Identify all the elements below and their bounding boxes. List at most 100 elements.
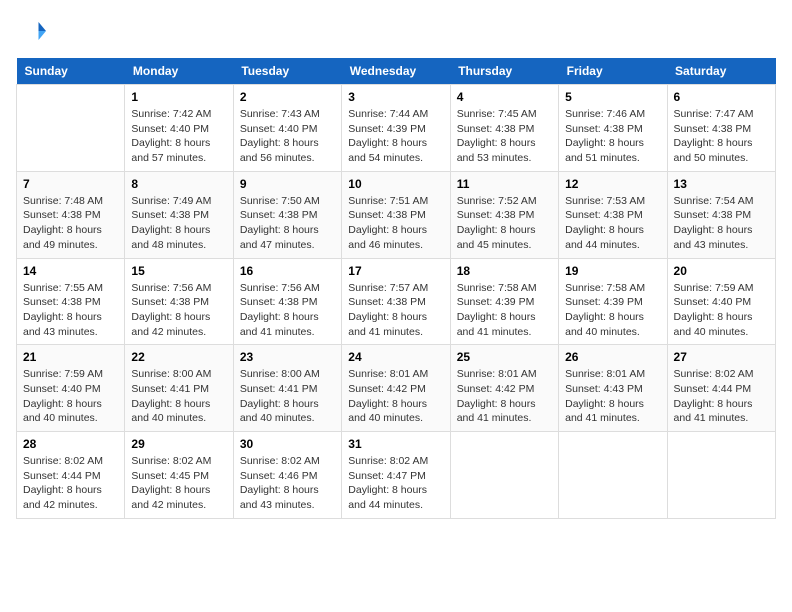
day-number: 21 <box>23 350 118 364</box>
calendar-cell: 20 Sunrise: 7:59 AM Sunset: 4:40 PM Dayli… <box>667 258 775 345</box>
day-info: Sunrise: 8:01 AM Sunset: 4:43 PM Dayligh… <box>565 367 660 426</box>
calendar-cell: 24 Sunrise: 8:01 AM Sunset: 4:42 PM Dayli… <box>342 345 450 432</box>
calendar-header-row: SundayMondayTuesdayWednesdayThursdayFrid… <box>17 58 776 85</box>
day-number: 6 <box>674 90 769 104</box>
calendar-cell: 25 Sunrise: 8:01 AM Sunset: 4:42 PM Dayli… <box>450 345 558 432</box>
day-number: 9 <box>240 177 335 191</box>
day-number: 20 <box>674 264 769 278</box>
calendar-cell: 10 Sunrise: 7:51 AM Sunset: 4:38 PM Dayli… <box>342 171 450 258</box>
day-number: 10 <box>348 177 443 191</box>
day-number: 18 <box>457 264 552 278</box>
column-header-saturday: Saturday <box>667 58 775 85</box>
calendar-cell: 31 Sunrise: 8:02 AM Sunset: 4:47 PM Dayli… <box>342 432 450 519</box>
calendar-cell: 23 Sunrise: 8:00 AM Sunset: 4:41 PM Dayli… <box>233 345 341 432</box>
calendar-cell: 12Sunrise: 7:53 AM Sunset: 4:38 PM Dayli… <box>559 171 667 258</box>
logo-icon <box>16 16 46 46</box>
calendar-cell: 28 Sunrise: 8:02 AM Sunset: 4:44 PM Dayli… <box>17 432 125 519</box>
column-header-monday: Monday <box>125 58 233 85</box>
calendar-cell <box>667 432 775 519</box>
day-info: Sunrise: 8:02 AM Sunset: 4:45 PM Dayligh… <box>131 454 226 513</box>
calendar-cell: 1 Sunrise: 7:42 AM Sunset: 4:40 PM Daylig… <box>125 85 233 172</box>
day-info: Sunrise: 7:49 AM Sunset: 4:38 PM Dayligh… <box>131 194 226 253</box>
calendar-cell: 29 Sunrise: 8:02 AM Sunset: 4:45 PM Dayli… <box>125 432 233 519</box>
day-info: Sunrise: 7:53 AM Sunset: 4:38 PM Dayligh… <box>565 194 660 253</box>
day-number: 8 <box>131 177 226 191</box>
calendar-week-2: 7 Sunrise: 7:48 AM Sunset: 4:38 PM Daylig… <box>17 171 776 258</box>
calendar-cell: 21 Sunrise: 7:59 AM Sunset: 4:40 PM Dayli… <box>17 345 125 432</box>
calendar-week-4: 21 Sunrise: 7:59 AM Sunset: 4:40 PM Dayli… <box>17 345 776 432</box>
calendar-cell <box>450 432 558 519</box>
calendar-cell: 26 Sunrise: 8:01 AM Sunset: 4:43 PM Dayli… <box>559 345 667 432</box>
calendar-cell: 5 Sunrise: 7:46 AM Sunset: 4:38 PM Daylig… <box>559 85 667 172</box>
day-number: 29 <box>131 437 226 451</box>
logo <box>16 16 50 46</box>
calendar-cell: 4 Sunrise: 7:45 AM Sunset: 4:38 PM Daylig… <box>450 85 558 172</box>
calendar-cell: 22 Sunrise: 8:00 AM Sunset: 4:41 PM Dayli… <box>125 345 233 432</box>
day-info: Sunrise: 7:46 AM Sunset: 4:38 PM Dayligh… <box>565 107 660 166</box>
day-number: 25 <box>457 350 552 364</box>
day-number: 1 <box>131 90 226 104</box>
calendar-cell: 13 Sunrise: 7:54 AM Sunset: 4:38 PM Dayli… <box>667 171 775 258</box>
calendar-cell: 6 Sunrise: 7:47 AM Sunset: 4:38 PM Daylig… <box>667 85 775 172</box>
column-header-sunday: Sunday <box>17 58 125 85</box>
day-info: Sunrise: 7:58 AM Sunset: 4:39 PM Dayligh… <box>457 281 552 340</box>
day-number: 5 <box>565 90 660 104</box>
calendar-cell: 14 Sunrise: 7:55 AM Sunset: 4:38 PM Dayli… <box>17 258 125 345</box>
day-number: 17 <box>348 264 443 278</box>
day-info: Sunrise: 7:55 AM Sunset: 4:38 PM Dayligh… <box>23 281 118 340</box>
day-number: 3 <box>348 90 443 104</box>
day-info: Sunrise: 8:01 AM Sunset: 4:42 PM Dayligh… <box>348 367 443 426</box>
calendar-cell: 7 Sunrise: 7:48 AM Sunset: 4:38 PM Daylig… <box>17 171 125 258</box>
calendar-cell: 3 Sunrise: 7:44 AM Sunset: 4:39 PM Daylig… <box>342 85 450 172</box>
day-number: 28 <box>23 437 118 451</box>
calendar-cell: 9 Sunrise: 7:50 AM Sunset: 4:38 PM Daylig… <box>233 171 341 258</box>
calendar: SundayMondayTuesdayWednesdayThursdayFrid… <box>16 58 776 519</box>
day-info: Sunrise: 7:54 AM Sunset: 4:38 PM Dayligh… <box>674 194 769 253</box>
day-number: 11 <box>457 177 552 191</box>
calendar-cell <box>17 85 125 172</box>
day-info: Sunrise: 7:59 AM Sunset: 4:40 PM Dayligh… <box>674 281 769 340</box>
day-number: 15 <box>131 264 226 278</box>
day-number: 26 <box>565 350 660 364</box>
calendar-week-3: 14 Sunrise: 7:55 AM Sunset: 4:38 PM Dayli… <box>17 258 776 345</box>
day-number: 31 <box>348 437 443 451</box>
column-header-thursday: Thursday <box>450 58 558 85</box>
day-info: Sunrise: 7:50 AM Sunset: 4:38 PM Dayligh… <box>240 194 335 253</box>
day-number: 23 <box>240 350 335 364</box>
day-info: Sunrise: 8:00 AM Sunset: 4:41 PM Dayligh… <box>131 367 226 426</box>
day-info: Sunrise: 7:57 AM Sunset: 4:38 PM Dayligh… <box>348 281 443 340</box>
day-info: Sunrise: 7:44 AM Sunset: 4:39 PM Dayligh… <box>348 107 443 166</box>
day-number: 24 <box>348 350 443 364</box>
day-info: Sunrise: 7:47 AM Sunset: 4:38 PM Dayligh… <box>674 107 769 166</box>
calendar-cell: 30Sunrise: 8:02 AM Sunset: 4:46 PM Dayli… <box>233 432 341 519</box>
day-info: Sunrise: 7:52 AM Sunset: 4:38 PM Dayligh… <box>457 194 552 253</box>
day-number: 16 <box>240 264 335 278</box>
day-info: Sunrise: 7:59 AM Sunset: 4:40 PM Dayligh… <box>23 367 118 426</box>
day-info: Sunrise: 7:56 AM Sunset: 4:38 PM Dayligh… <box>240 281 335 340</box>
calendar-cell: 16 Sunrise: 7:56 AM Sunset: 4:38 PM Dayli… <box>233 258 341 345</box>
day-info: Sunrise: 7:58 AM Sunset: 4:39 PM Dayligh… <box>565 281 660 340</box>
calendar-cell: 15Sunrise: 7:56 AM Sunset: 4:38 PM Dayli… <box>125 258 233 345</box>
day-info: Sunrise: 7:45 AM Sunset: 4:38 PM Dayligh… <box>457 107 552 166</box>
day-number: 4 <box>457 90 552 104</box>
day-number: 7 <box>23 177 118 191</box>
day-number: 14 <box>23 264 118 278</box>
day-info: Sunrise: 7:42 AM Sunset: 4:40 PM Dayligh… <box>131 107 226 166</box>
calendar-cell: 17 Sunrise: 7:57 AM Sunset: 4:38 PM Dayli… <box>342 258 450 345</box>
calendar-cell: 11 Sunrise: 7:52 AM Sunset: 4:38 PM Dayli… <box>450 171 558 258</box>
calendar-week-5: 28 Sunrise: 8:02 AM Sunset: 4:44 PM Dayli… <box>17 432 776 519</box>
day-info: Sunrise: 7:48 AM Sunset: 4:38 PM Dayligh… <box>23 194 118 253</box>
calendar-cell: 2Sunrise: 7:43 AM Sunset: 4:40 PM Daylig… <box>233 85 341 172</box>
column-header-tuesday: Tuesday <box>233 58 341 85</box>
day-info: Sunrise: 8:02 AM Sunset: 4:44 PM Dayligh… <box>23 454 118 513</box>
day-info: Sunrise: 8:02 AM Sunset: 4:47 PM Dayligh… <box>348 454 443 513</box>
page-header <box>16 16 776 46</box>
calendar-week-1: 1 Sunrise: 7:42 AM Sunset: 4:40 PM Daylig… <box>17 85 776 172</box>
day-info: Sunrise: 8:00 AM Sunset: 4:41 PM Dayligh… <box>240 367 335 426</box>
day-number: 13 <box>674 177 769 191</box>
day-number: 22 <box>131 350 226 364</box>
day-info: Sunrise: 8:02 AM Sunset: 4:44 PM Dayligh… <box>674 367 769 426</box>
column-header-wednesday: Wednesday <box>342 58 450 85</box>
day-info: Sunrise: 8:01 AM Sunset: 4:42 PM Dayligh… <box>457 367 552 426</box>
day-info: Sunrise: 7:51 AM Sunset: 4:38 PM Dayligh… <box>348 194 443 253</box>
